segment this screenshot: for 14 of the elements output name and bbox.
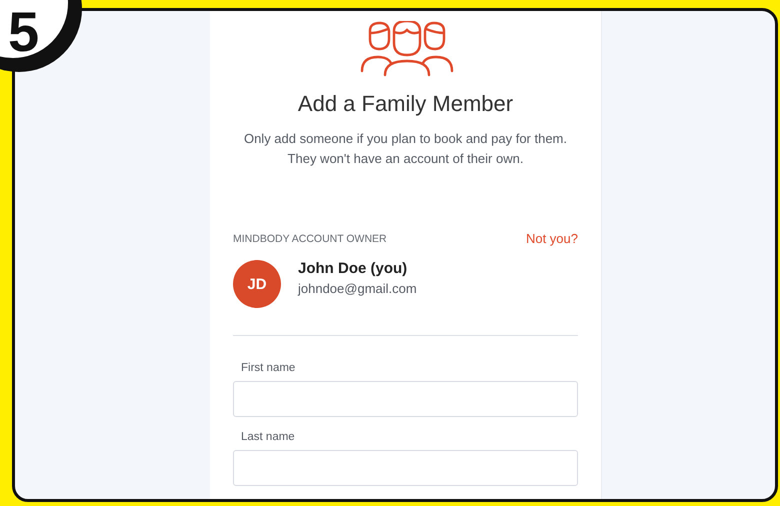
owner-email: johndoe@gmail.com [298, 281, 417, 296]
description-text: Only add someone if you plan to book and pay for them. [242, 130, 568, 148]
avatar-initials: JD [233, 260, 281, 308]
owner-name: John Doe (you) [298, 260, 408, 277]
not-you-link[interactable]: Not you? [526, 231, 578, 246]
dialog-title: Add a Family Member [296, 91, 514, 117]
input-field[interactable] [233, 450, 578, 486]
description-text: They won't have an account of their own. [286, 150, 524, 168]
field-label: First name [241, 362, 296, 374]
step-number: 5 [8, 4, 40, 60]
field-label: Last name [241, 431, 296, 443]
section-heading: MINDBODY ACCOUNT OWNER [233, 232, 387, 244]
input-field[interactable] [233, 381, 578, 417]
family-icon [360, 21, 454, 77]
